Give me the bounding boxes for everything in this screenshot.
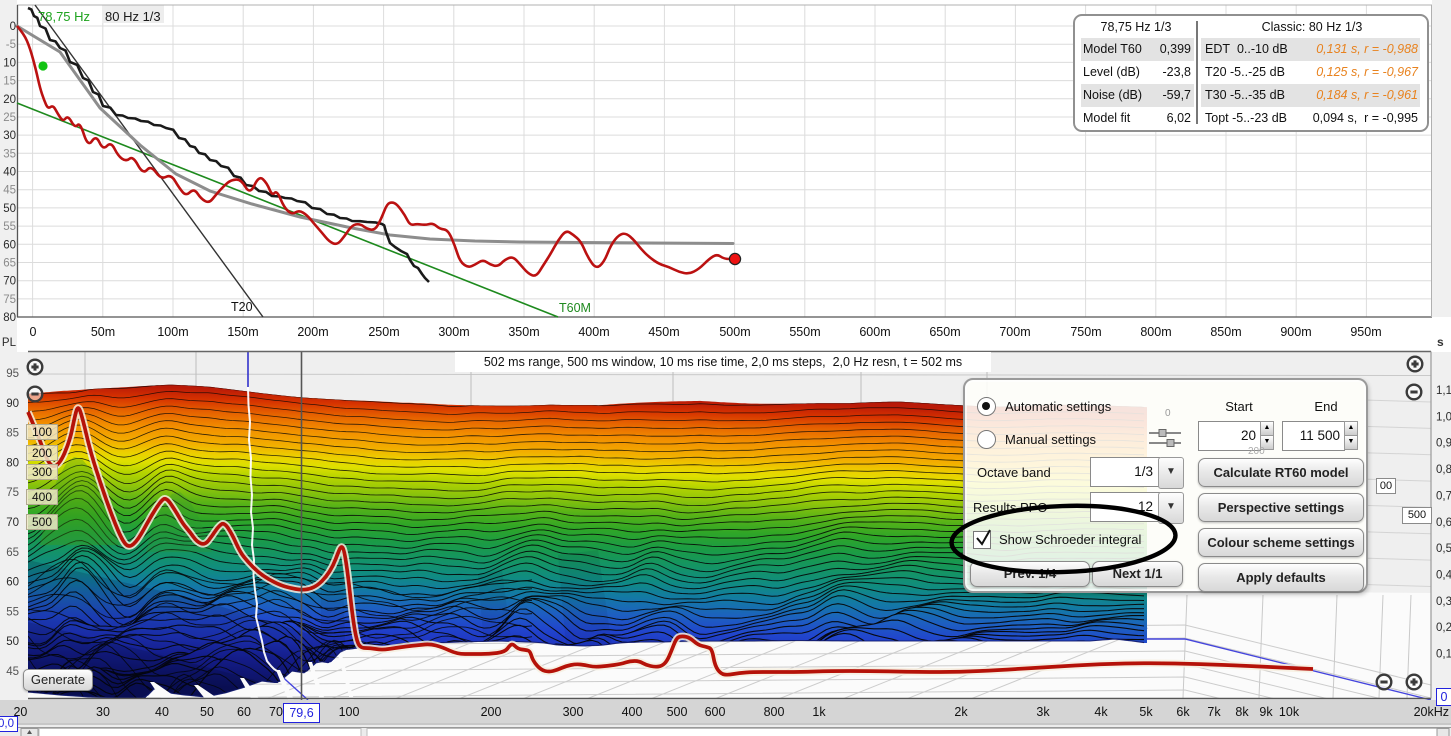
svg-text:25: 25 bbox=[3, 112, 16, 124]
svg-text:80 Hz 1/3: 80 Hz 1/3 bbox=[105, 9, 161, 24]
svg-text:75: 75 bbox=[3, 294, 16, 306]
svg-text:10k: 10k bbox=[1279, 705, 1300, 719]
svg-text:60: 60 bbox=[6, 577, 19, 589]
svg-text:40: 40 bbox=[3, 167, 16, 179]
svg-text:6k: 6k bbox=[1176, 705, 1190, 719]
svg-text:850m: 850m bbox=[1210, 325, 1241, 339]
svg-text:0,1: 0,1 bbox=[1436, 649, 1451, 661]
svg-text:75: 75 bbox=[6, 487, 19, 499]
svg-text:70: 70 bbox=[269, 705, 283, 719]
svg-text:0,2: 0,2 bbox=[1436, 622, 1451, 634]
svg-text:8k: 8k bbox=[1235, 705, 1249, 719]
svg-text:400m: 400m bbox=[578, 325, 609, 339]
svg-text:600: 600 bbox=[705, 705, 726, 719]
svg-text:50: 50 bbox=[3, 203, 16, 215]
svg-text:7k: 7k bbox=[1207, 705, 1221, 719]
svg-text:95: 95 bbox=[6, 368, 19, 380]
svg-text:350m: 350m bbox=[508, 325, 539, 339]
svg-text:0,5: 0,5 bbox=[1436, 543, 1451, 555]
svg-text:30: 30 bbox=[3, 130, 16, 142]
svg-text:65: 65 bbox=[3, 258, 16, 270]
svg-text:55: 55 bbox=[3, 221, 16, 233]
svg-text:3k: 3k bbox=[1036, 705, 1050, 719]
svg-text:400: 400 bbox=[622, 705, 643, 719]
svg-text:100: 100 bbox=[339, 705, 360, 719]
svg-text:90: 90 bbox=[6, 398, 19, 410]
svg-text:s: s bbox=[1437, 335, 1444, 349]
svg-text:0,4: 0,4 bbox=[1436, 570, 1451, 582]
svg-text:950m: 950m bbox=[1350, 325, 1381, 339]
svg-text:9k: 9k bbox=[1259, 705, 1273, 719]
svg-text:2k: 2k bbox=[954, 705, 968, 719]
svg-text:100m: 100m bbox=[157, 325, 188, 339]
svg-text:70: 70 bbox=[6, 517, 19, 529]
svg-text:T20: T20 bbox=[231, 300, 253, 314]
svg-text:500: 500 bbox=[667, 705, 688, 719]
svg-text:-5: -5 bbox=[6, 39, 16, 51]
svg-text:0,7: 0,7 bbox=[1436, 490, 1451, 502]
svg-text:45: 45 bbox=[6, 666, 19, 678]
svg-text:450m: 450m bbox=[648, 325, 679, 339]
svg-text:50: 50 bbox=[200, 705, 214, 719]
svg-text:900m: 900m bbox=[1280, 325, 1311, 339]
svg-text:650m: 650m bbox=[929, 325, 960, 339]
svg-text:T60M: T60M bbox=[559, 301, 591, 315]
svg-text:10: 10 bbox=[3, 57, 16, 69]
svg-text:800: 800 bbox=[764, 705, 785, 719]
svg-text:300: 300 bbox=[563, 705, 584, 719]
svg-text:750m: 750m bbox=[1070, 325, 1101, 339]
svg-text:500m: 500m bbox=[719, 325, 750, 339]
svg-text:PL: PL bbox=[2, 337, 17, 349]
svg-text:200: 200 bbox=[481, 705, 502, 719]
svg-text:0,8: 0,8 bbox=[1436, 464, 1451, 476]
svg-text:40: 40 bbox=[155, 705, 169, 719]
svg-text:45: 45 bbox=[3, 185, 16, 197]
svg-text:5k: 5k bbox=[1139, 705, 1153, 719]
svg-text:600m: 600m bbox=[859, 325, 890, 339]
svg-text:65: 65 bbox=[6, 547, 19, 559]
svg-text:50: 50 bbox=[6, 636, 19, 648]
svg-text:0,9: 0,9 bbox=[1436, 438, 1451, 450]
svg-text:1,0: 1,0 bbox=[1436, 411, 1451, 423]
svg-text:300m: 300m bbox=[438, 325, 469, 339]
svg-text:60: 60 bbox=[237, 705, 251, 719]
svg-text:1k: 1k bbox=[812, 705, 826, 719]
svg-text:35: 35 bbox=[3, 148, 16, 160]
svg-text:55: 55 bbox=[6, 606, 19, 618]
svg-text:0: 0 bbox=[30, 325, 37, 339]
svg-text:60: 60 bbox=[3, 239, 16, 251]
svg-text:20: 20 bbox=[3, 94, 16, 106]
svg-text:20kHz: 20kHz bbox=[1414, 705, 1449, 719]
svg-text:85: 85 bbox=[6, 428, 19, 440]
svg-text:80: 80 bbox=[6, 457, 19, 469]
svg-text:0,6: 0,6 bbox=[1436, 517, 1451, 529]
svg-text:800m: 800m bbox=[1140, 325, 1171, 339]
svg-text:15: 15 bbox=[3, 76, 16, 88]
svg-text:30: 30 bbox=[96, 705, 110, 719]
svg-text:80: 80 bbox=[3, 312, 16, 324]
svg-text:4k: 4k bbox=[1094, 705, 1108, 719]
svg-text:700m: 700m bbox=[999, 325, 1030, 339]
svg-text:200m: 200m bbox=[297, 325, 328, 339]
svg-text:50m: 50m bbox=[91, 325, 115, 339]
svg-text:0,3: 0,3 bbox=[1436, 596, 1451, 608]
svg-text:550m: 550m bbox=[789, 325, 820, 339]
svg-text:1,1: 1,1 bbox=[1436, 385, 1451, 397]
svg-text:150m: 150m bbox=[227, 325, 258, 339]
svg-text:0: 0 bbox=[10, 21, 16, 33]
svg-text:250m: 250m bbox=[368, 325, 399, 339]
svg-text:70: 70 bbox=[3, 276, 16, 288]
svg-text:78,75 Hz: 78,75 Hz bbox=[38, 9, 90, 24]
